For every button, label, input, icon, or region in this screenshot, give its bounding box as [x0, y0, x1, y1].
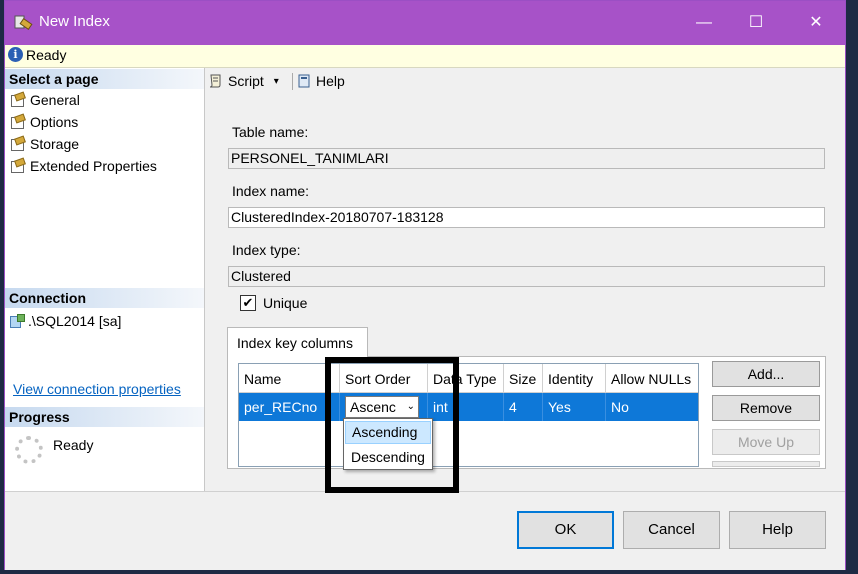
maximize-button[interactable]: ☐ — [733, 9, 779, 37]
chevron-down-icon[interactable]: ⌄ — [407, 397, 415, 417]
help-label: Help — [316, 73, 345, 89]
connection-item: .\SQL2014 [sa] — [9, 311, 121, 331]
move-down-button-partial[interactable] — [712, 461, 820, 467]
info-icon: i — [8, 47, 23, 62]
toolbar-separator — [292, 73, 293, 90]
move-up-button[interactable]: Move Up — [712, 429, 820, 455]
column-header-size[interactable]: Size — [504, 364, 543, 392]
cell-allow-nulls: No — [611, 399, 629, 415]
unique-label: Unique — [263, 295, 308, 311]
column-header-data-type[interactable]: Data Type — [428, 364, 504, 392]
connection-header: Connection — [5, 288, 204, 308]
ok-button[interactable]: OK — [517, 511, 614, 549]
option-ascending[interactable]: Ascending — [345, 421, 431, 444]
cancel-button[interactable]: Cancel — [623, 511, 720, 549]
grid-header: Name Sort Order Data Type Size Identity … — [239, 364, 698, 393]
index-type-field: Clustered — [228, 266, 825, 287]
table-row[interactable]: per_RECno int 4 Yes No Ascenc ⌄ — [239, 393, 698, 421]
option-descending[interactable]: Descending — [345, 446, 431, 469]
sort-order-dropdown-list: Ascending Descending — [343, 418, 433, 470]
script-button[interactable]: Script ▾ — [208, 73, 279, 89]
help-book-icon — [298, 74, 310, 88]
page-item-label: Extended Properties — [30, 158, 157, 174]
index-type-label: Index type: — [232, 242, 301, 258]
page-item-storage[interactable]: Storage — [9, 134, 79, 154]
help-toolbar-button[interactable]: Help — [296, 73, 345, 89]
script-icon — [209, 74, 221, 88]
left-panel: Select a page General Options Storage Ex… — [5, 68, 205, 491]
select-page-header: Select a page — [5, 69, 204, 89]
page-wrench-icon — [9, 115, 25, 129]
cell-identity: Yes — [543, 393, 606, 421]
sort-order-value: Ascenc — [350, 399, 396, 415]
new-index-window: New Index — ☐ ✕ i Ready Select a page Ge… — [4, 0, 846, 570]
close-button[interactable]: ✕ — [793, 9, 839, 37]
page-item-general[interactable]: General — [9, 90, 80, 110]
script-dropdown-arrow[interactable]: ▾ — [274, 76, 279, 87]
table-name-field: PERSONEL_TANIMLARI — [228, 148, 825, 169]
page-item-label: Storage — [30, 136, 80, 152]
page-item-label: General — [30, 92, 80, 108]
toolbar: Script ▾ Help — [205, 68, 845, 94]
progress-status: Ready — [53, 437, 94, 453]
column-header-allow-nulls[interactable]: Allow NULLs — [606, 364, 698, 392]
column-header-name[interactable]: Name — [239, 364, 340, 392]
add-button[interactable]: Add... — [712, 361, 820, 387]
page-wrench-icon — [9, 93, 25, 107]
server-connection-icon — [9, 314, 25, 328]
connection-value: .\SQL2014 [sa] — [28, 313, 122, 329]
status-text: Ready — [26, 47, 67, 63]
sort-order-combobox[interactable]: Ascenc ⌄ — [345, 396, 419, 418]
cell-name[interactable]: per_RECno — [239, 393, 340, 421]
title-bar[interactable]: New Index — ☐ ✕ — [5, 1, 845, 45]
dialog-button-bar: OK Cancel Help — [5, 491, 845, 570]
table-name-label: Table name: — [232, 124, 309, 140]
page-item-label: Options — [30, 114, 79, 130]
page-item-extended-properties[interactable]: Extended Properties — [9, 156, 157, 176]
page-wrench-icon — [9, 137, 25, 151]
index-name-label: Index name: — [232, 183, 310, 199]
unique-checkbox[interactable]: ✔ — [240, 295, 256, 311]
window-title: New Index — [39, 13, 110, 30]
index-columns-grid: Name Sort Order Data Type Size Identity … — [238, 363, 699, 467]
progress-spinner-icon — [15, 436, 43, 464]
page-wrench-icon — [9, 159, 25, 173]
page-item-options[interactable]: Options — [9, 112, 78, 132]
tab-index-key-columns[interactable]: Index key columns — [227, 327, 368, 357]
status-bar: i Ready — [5, 45, 845, 68]
script-label: Script — [228, 73, 264, 89]
index-name-input[interactable]: ClusteredIndex-20180707-183128 — [228, 207, 825, 228]
index-app-icon — [14, 15, 33, 31]
index-key-columns-panel: Name Sort Order Data Type Size Identity … — [227, 356, 826, 469]
view-connection-properties-link[interactable]: View connection properties — [13, 381, 181, 397]
cell-size: 4 — [504, 393, 543, 421]
remove-button[interactable]: Remove — [712, 395, 820, 421]
column-header-sort-order[interactable]: Sort Order — [340, 364, 428, 392]
minimize-button[interactable]: — — [681, 9, 727, 37]
help-button[interactable]: Help — [729, 511, 826, 549]
main-panel: Script ▾ Help Table name: PERSONEL_TANIM… — [205, 68, 845, 491]
cell-data-type: int — [428, 393, 504, 421]
column-header-identity[interactable]: Identity — [543, 364, 606, 392]
progress-header: Progress — [5, 407, 204, 427]
